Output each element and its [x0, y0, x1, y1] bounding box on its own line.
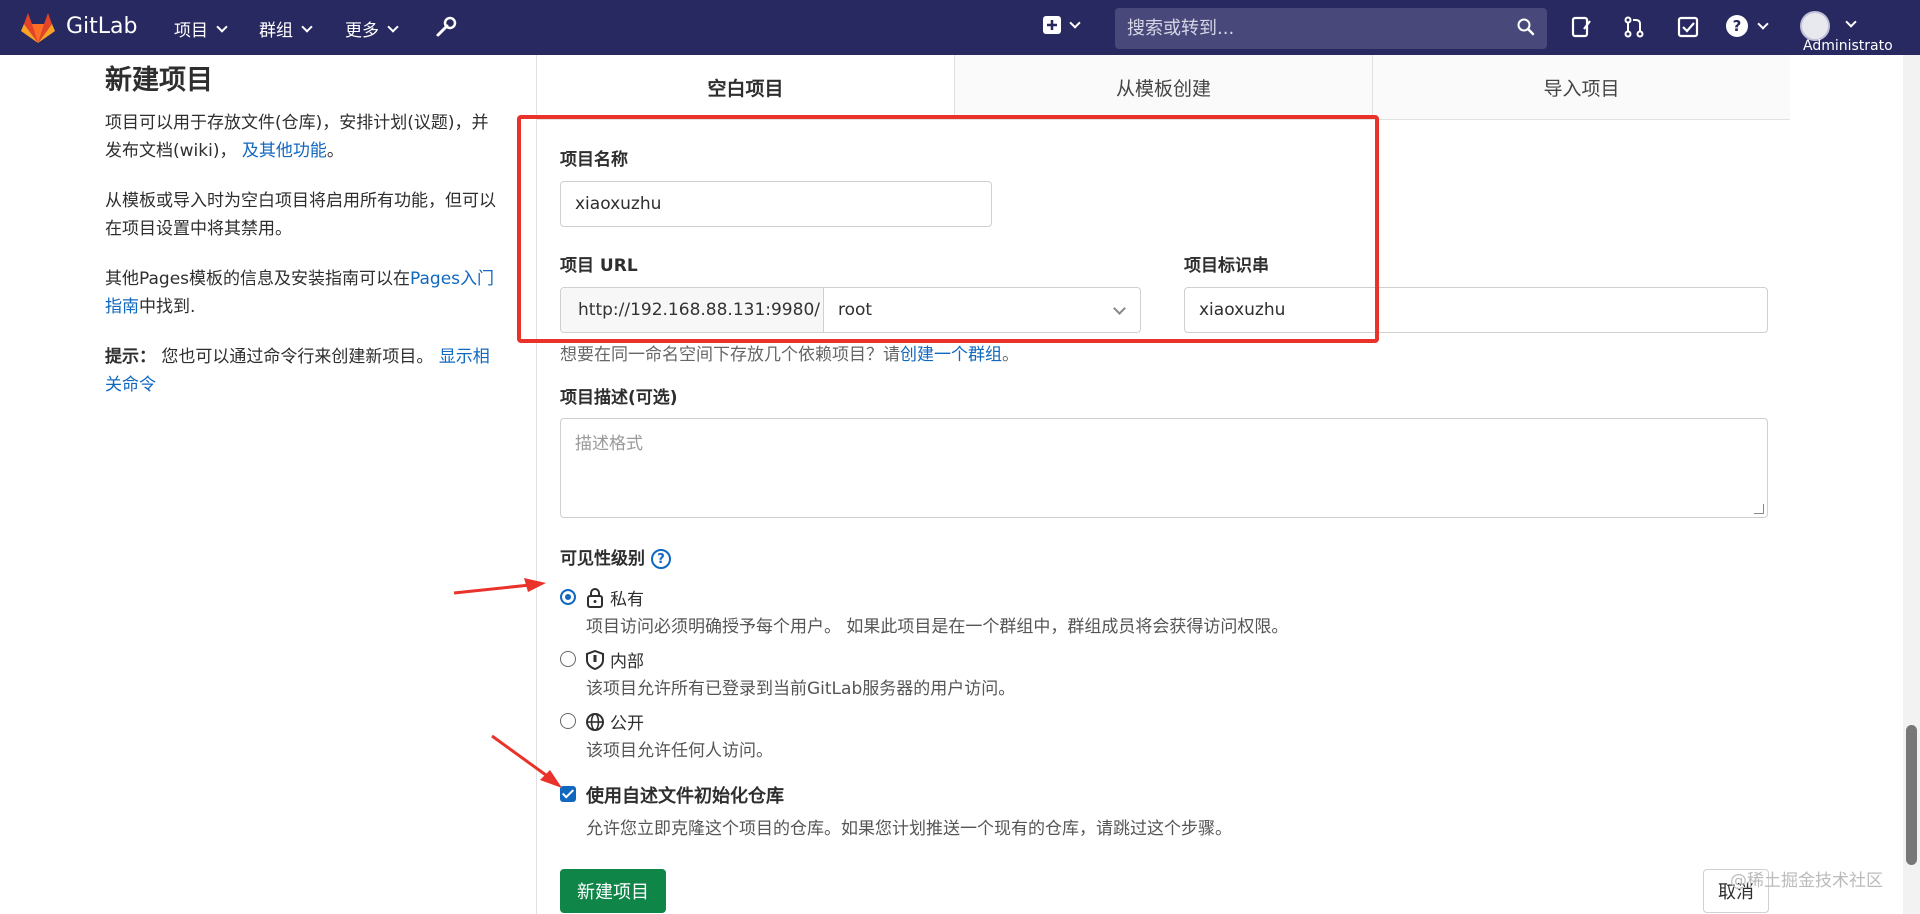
chevron-down-icon	[1069, 17, 1081, 29]
visibility-label: 可见性级别?	[560, 544, 671, 569]
lock-icon	[587, 587, 603, 608]
nav-projects-label: 项目	[174, 21, 208, 41]
visibility-public-option[interactable]: 公开 该项目允许任何人访问。	[560, 709, 773, 761]
project-name-label: 项目名称	[560, 150, 628, 170]
nav-more[interactable]: 更多	[345, 16, 399, 41]
private-title: 私有	[586, 585, 1288, 610]
private-title-text: 私有	[610, 590, 644, 610]
radio-public[interactable]	[560, 713, 576, 729]
new-project-panel: 空白项目 从模板创建 导入项目 项目名称 xiaoxuzhu 项目 URL ht…	[536, 55, 1790, 914]
visibility-internal-option[interactable]: 内部 该项目允许所有已登录到当前GitLab服务器的用户访问。	[560, 647, 1015, 699]
private-text: 私有 项目访问必须明确授予每个用户。 如果此项目是在一个群组中，群组成员将会获得…	[586, 585, 1288, 637]
shield-icon	[586, 649, 604, 670]
chevron-down-icon[interactable]	[1845, 16, 1857, 28]
init-readme-checkbox[interactable]	[560, 786, 576, 802]
todo-icon[interactable]	[1676, 15, 1700, 39]
help-dropdown[interactable]: ?	[1725, 14, 1769, 38]
public-title: 公开	[586, 709, 773, 734]
tab-blank-project[interactable]: 空白项目	[537, 55, 955, 119]
init-readme-title: 使用自述文件初始化仓库	[586, 786, 784, 807]
init-readme-desc: 允许您立即克隆这个项目的仓库。如果您计划推送一个现有的仓库，请跳过这个步骤。	[586, 819, 1232, 839]
project-name-input[interactable]: xiaoxuzhu	[560, 181, 992, 227]
description-placeholder: 描述格式	[575, 434, 643, 454]
tab-import-project[interactable]: 导入项目	[1373, 55, 1790, 119]
plus-square-icon	[1043, 16, 1061, 34]
page-title: 新建项目	[105, 65, 213, 96]
svg-text:?: ?	[1733, 17, 1742, 35]
search-input[interactable]	[1127, 18, 1497, 39]
issues-icon[interactable]	[1570, 15, 1594, 39]
internal-text: 内部 该项目允许所有已登录到当前GitLab服务器的用户访问。	[586, 647, 1015, 699]
radio-internal[interactable]	[560, 651, 576, 667]
public-text: 公开 该项目允许任何人访问。	[586, 709, 773, 761]
search-box[interactable]	[1115, 8, 1547, 49]
scrollbar-thumb[interactable]	[1906, 725, 1917, 865]
template-note: 从模板或导入时为空白项目将启用所有功能，但可以在项目设置中将其禁用。	[105, 191, 496, 239]
chevron-down-icon	[387, 20, 399, 33]
visibility-private-option[interactable]: 私有 项目访问必须明确授予每个用户。 如果此项目是在一个群组中，群组成员将会获得…	[560, 585, 1288, 637]
top-navbar: GitLab 项目 群组 更多 搜索或转到... ? Administrato	[0, 0, 1920, 55]
init-readme-option[interactable]: 使用自述文件初始化仓库 允许您立即克隆这个项目的仓库。如果您计划推送一个现有的仓…	[560, 782, 1232, 839]
brand-name[interactable]: GitLab	[66, 14, 138, 39]
question-circle-icon: ?	[1726, 15, 1748, 37]
nav-projects[interactable]: 项目	[174, 16, 228, 41]
tip-text: 您也可以通过命令行来创建新项目。	[156, 347, 434, 367]
project-tabs: 空白项目 从模板创建 导入项目	[537, 55, 1790, 120]
group-hint-end: 。	[1002, 345, 1019, 365]
intro-paragraph: 项目可以用于存放文件(仓库)，安排计划(议题)，并发布文档(wiki)， 及其他…	[105, 109, 505, 165]
project-slug-label: 项目标识串	[1184, 256, 1269, 276]
page-scrollbar[interactable]	[1903, 55, 1920, 914]
user-name: Administrato	[1803, 38, 1893, 54]
project-url-group: http://192.168.88.131:9980/ root	[560, 287, 1141, 333]
nav-groups[interactable]: 群组	[259, 16, 313, 41]
left-info-column: 新建项目 项目可以用于存放文件(仓库)，安排计划(议题)，并发布文档(wiki)…	[105, 58, 505, 421]
create-group-link[interactable]: 创建一个群组	[900, 345, 1002, 365]
description-label: 项目描述(可选)	[560, 388, 678, 408]
internal-title: 内部	[586, 647, 1015, 672]
search-icon[interactable]	[1517, 18, 1535, 36]
project-url-label: 项目 URL	[560, 256, 638, 276]
public-title-text: 公开	[610, 714, 644, 734]
chevron-down-icon	[216, 20, 228, 33]
url-prefix: http://192.168.88.131:9980/	[561, 288, 824, 332]
chevron-down-icon	[1757, 18, 1769, 30]
wrench-icon[interactable]	[434, 15, 458, 39]
tip-label: 提示：	[105, 347, 156, 367]
pages-note-text: 其他Pages模板的信息及安装指南可以在	[105, 269, 411, 289]
internal-title-text: 内部	[610, 652, 644, 672]
user-avatar[interactable]	[1800, 11, 1830, 41]
private-desc: 项目访问必须明确授予每个用户。 如果此项目是在一个群组中，群组成员将会获得访问权…	[586, 617, 1289, 637]
merge-request-icon[interactable]	[1622, 15, 1646, 39]
radio-private[interactable]	[560, 589, 576, 605]
new-dropdown[interactable]	[1043, 16, 1081, 34]
nav-groups-label: 群组	[259, 21, 293, 41]
namespace-value: root	[838, 300, 873, 320]
chevron-down-icon	[1113, 302, 1126, 315]
chevron-down-icon	[301, 20, 313, 33]
description-textarea[interactable]: 描述格式	[560, 418, 1768, 518]
nav-more-label: 更多	[345, 21, 379, 41]
watermark: @稀土掘金技术社区	[1730, 871, 1883, 891]
pages-note: 其他Pages模板的信息及安装指南可以在Pages入门指南中找到.	[105, 265, 505, 321]
resize-handle-icon[interactable]	[1754, 504, 1764, 514]
create-project-button[interactable]: 新建项目	[560, 869, 666, 913]
group-hint: 想要在同一命名空间下存放几个依赖项目？请创建一个群组。	[560, 340, 1019, 365]
namespace-select[interactable]: root	[824, 288, 1140, 332]
annotation-arrow-icon	[453, 578, 546, 595]
other-features-link[interactable]: 及其他功能	[242, 141, 327, 161]
group-hint-text: 想要在同一命名空间下存放几个依赖项目？请	[560, 345, 900, 365]
tip-paragraph: 提示： 您也可以通过命令行来创建新项目。 显示相关命令	[105, 343, 505, 399]
pages-note-end: 中找到.	[139, 297, 196, 317]
visibility-label-text: 可见性级别	[560, 549, 645, 569]
public-desc: 该项目允许任何人访问。	[586, 741, 773, 761]
internal-desc: 该项目允许所有已登录到当前GitLab服务器的用户访问。	[586, 679, 1016, 699]
intro-end: 。	[326, 141, 344, 161]
gitlab-logo-icon[interactable]	[20, 12, 56, 44]
project-slug-input[interactable]: xiaoxuzhu	[1184, 287, 1768, 333]
tab-from-template[interactable]: 从模板创建	[955, 55, 1373, 119]
help-circle-icon[interactable]: ?	[651, 549, 671, 569]
init-readme-text: 使用自述文件初始化仓库 允许您立即克隆这个项目的仓库。如果您计划推送一个现有的仓…	[586, 782, 1232, 839]
globe-icon	[586, 712, 604, 731]
